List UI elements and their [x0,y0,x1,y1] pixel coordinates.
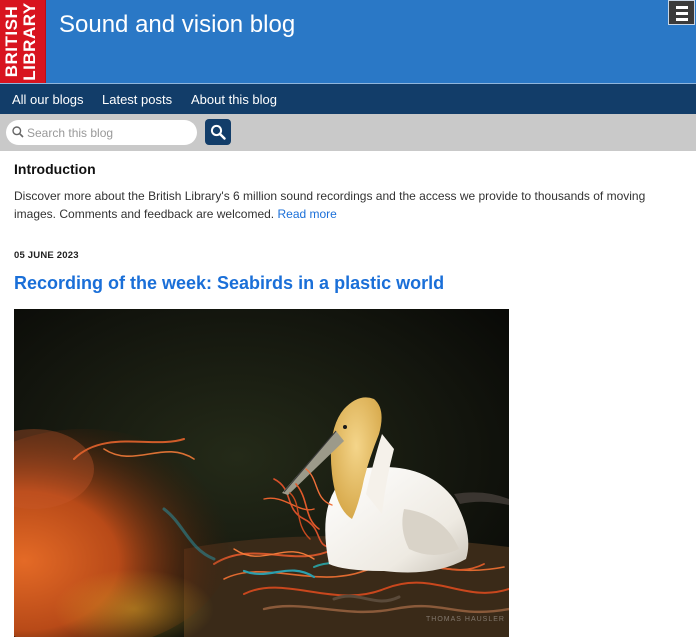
search-bar [0,114,696,151]
site-header: BRITISH LIBRARY Sound and vision blog [0,0,696,83]
site-title[interactable]: Sound and vision blog [59,10,295,40]
nav-latest-posts[interactable]: Latest posts [102,92,172,107]
intro-heading: Introduction [14,161,96,177]
post-image-gannet[interactable]: THOMAS HAUSLER [14,309,509,637]
logo-wordmark: BRITISH LIBRARY [2,0,42,83]
gannet-photo: THOMAS HAUSLER [14,309,509,637]
image-watermark: THOMAS HAUSLER [426,616,505,623]
logo-line-library: LIBRARY [20,2,39,81]
search-input[interactable] [27,124,192,141]
read-more-link[interactable]: Read more [277,207,336,221]
nav-about-this-blog[interactable]: About this blog [191,92,277,107]
search-field-wrapper [6,120,197,145]
search-button[interactable] [205,119,231,145]
post-title-link[interactable]: Recording of the week: Seabirds in a pla… [14,272,444,294]
post-date: 05 JUNE 2023 [14,250,79,261]
logo-line-british: BRITISH [2,5,21,78]
magnifier-icon [12,126,24,138]
search-icon [210,124,226,140]
hamburger-menu-button[interactable] [668,0,695,25]
top-navigation: All our blogs Latest posts About this bl… [0,83,696,115]
british-library-logo[interactable]: BRITISH LIBRARY [0,0,46,83]
intro-text: Discover more about the British Library'… [14,188,684,223]
nav-all-our-blogs[interactable]: All our blogs [12,92,84,107]
